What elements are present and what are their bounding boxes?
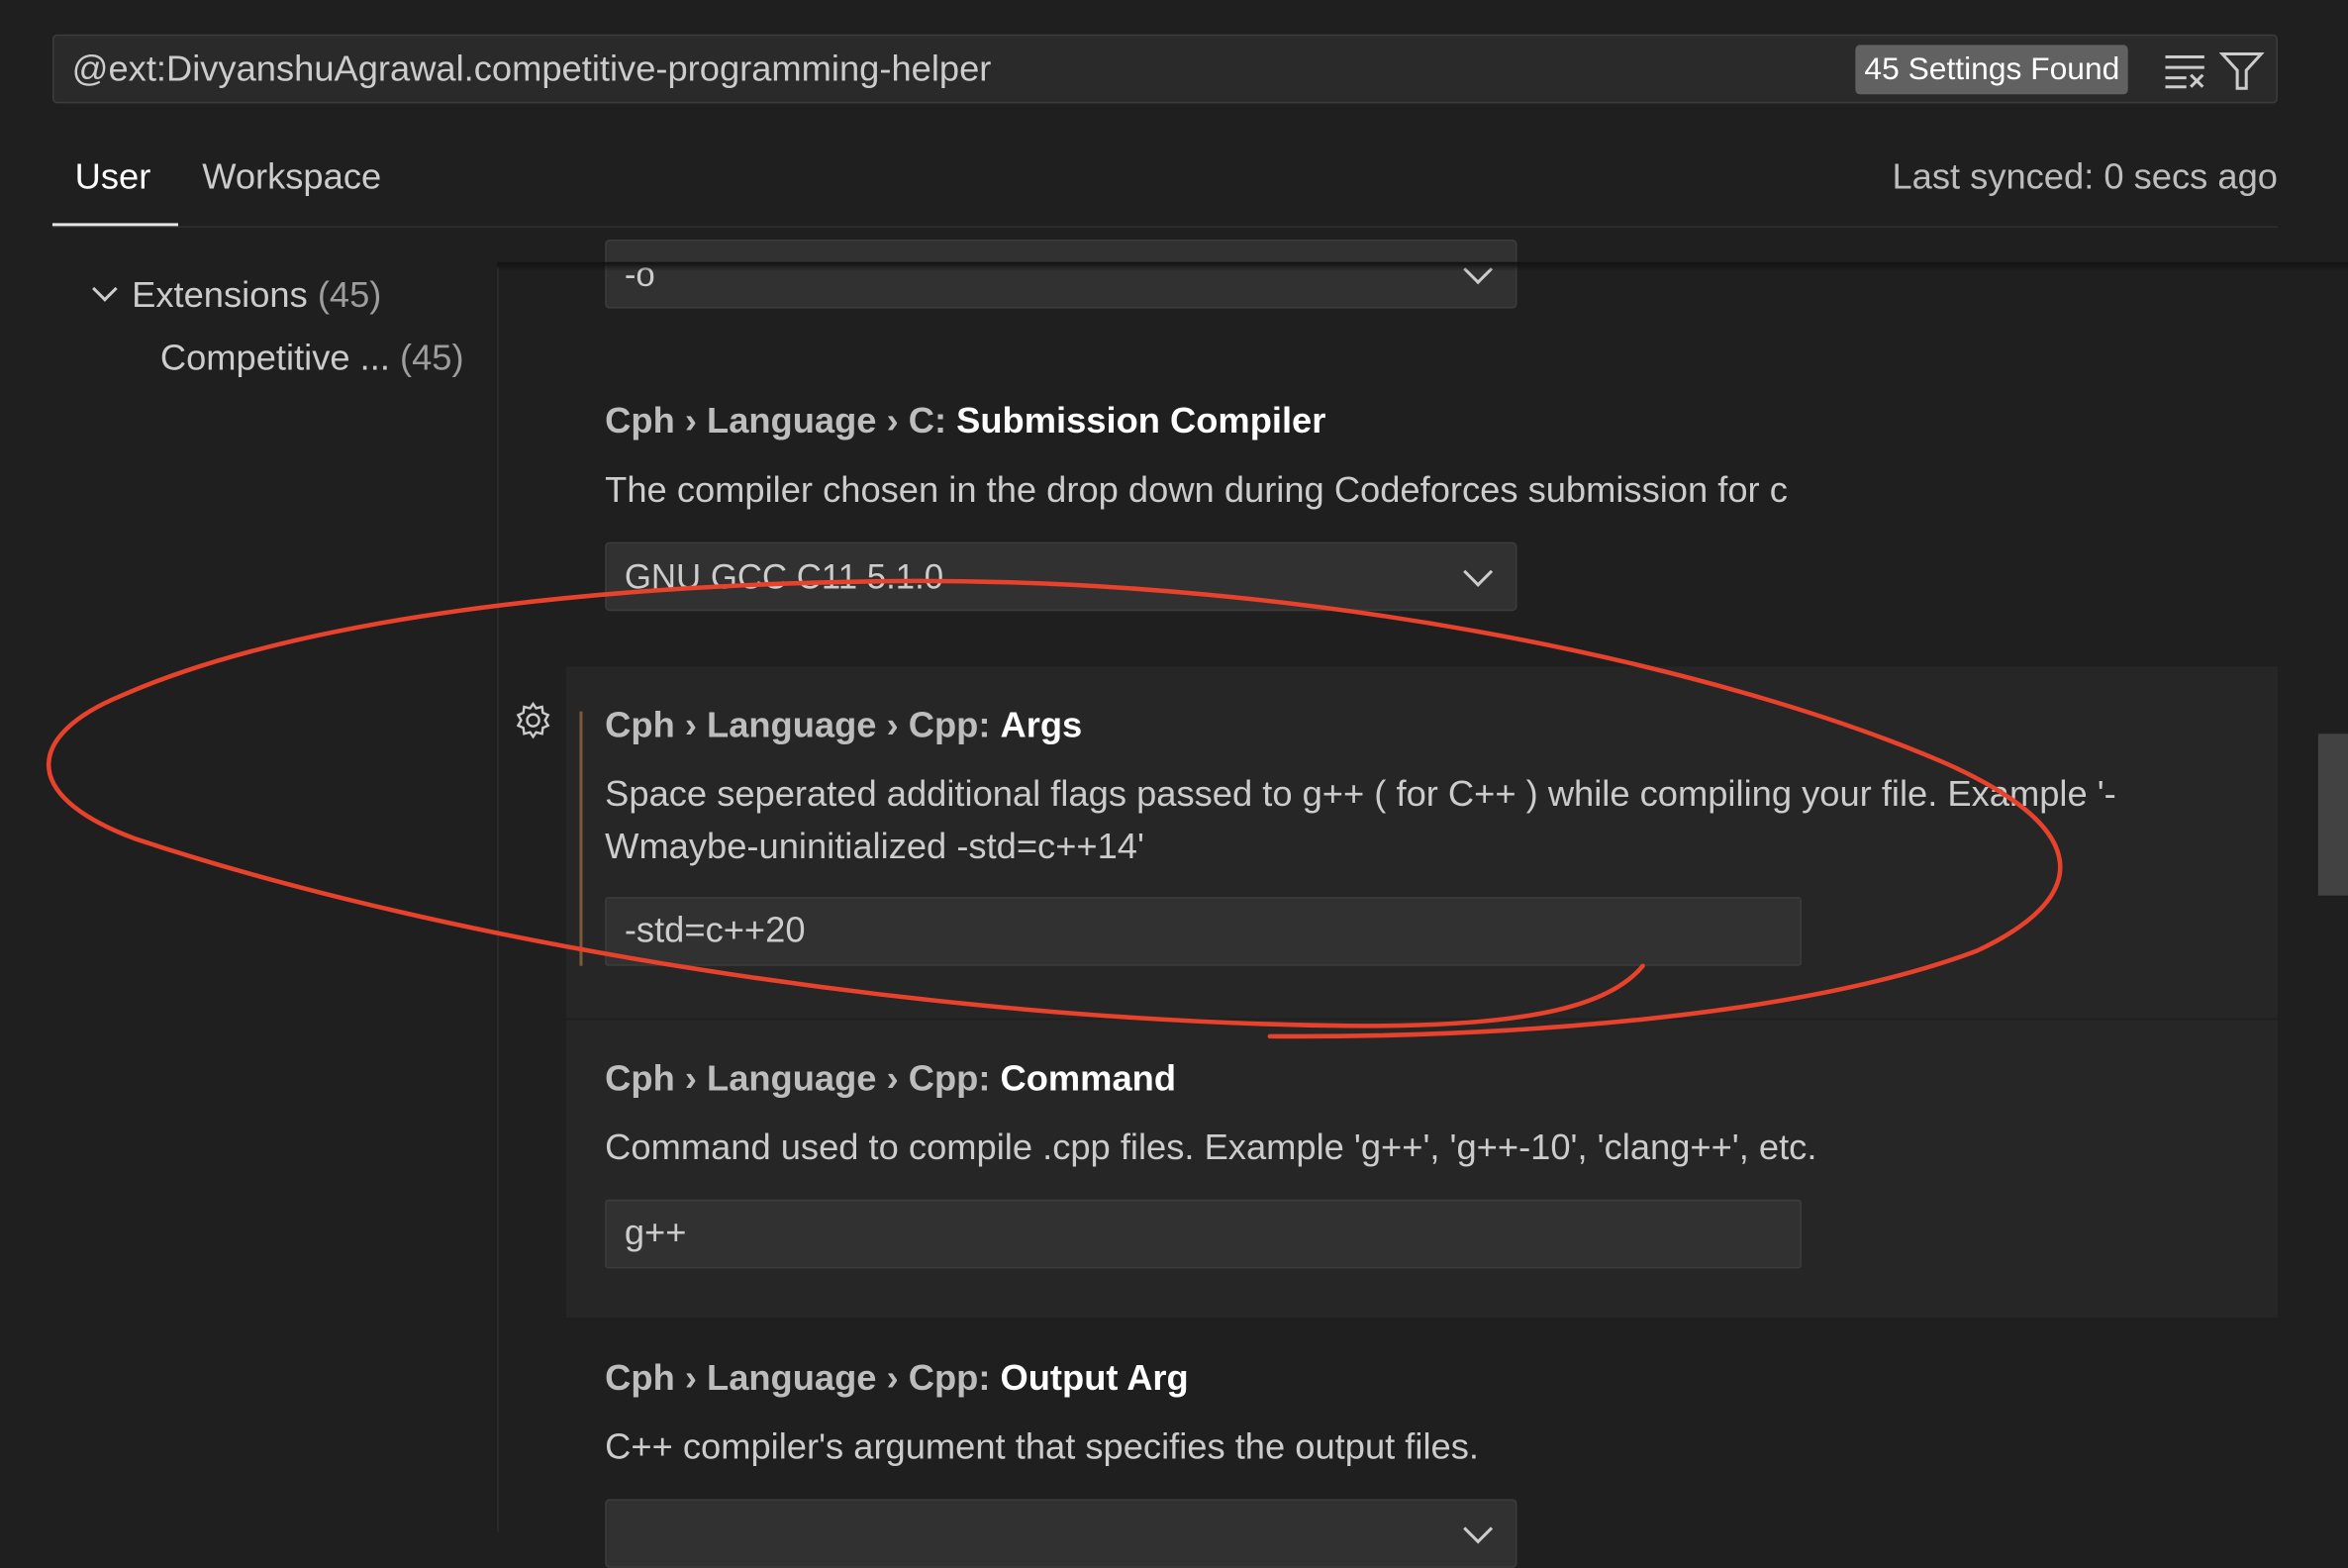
annotation-circle <box>46 578 2063 1039</box>
